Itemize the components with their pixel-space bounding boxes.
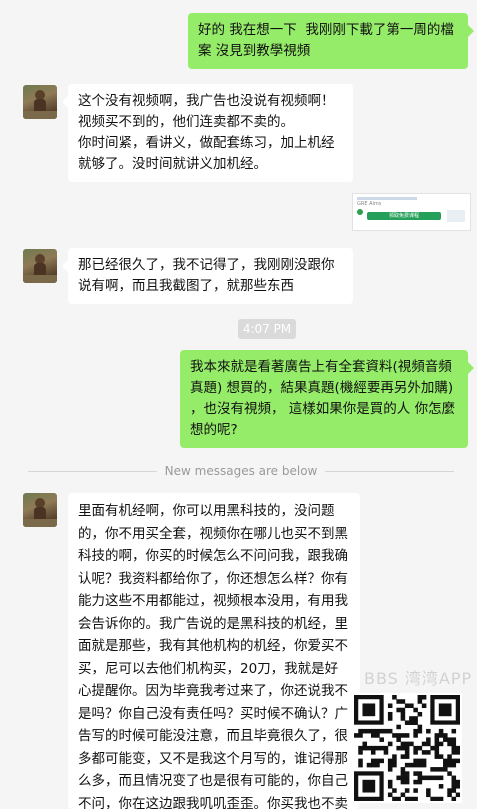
app-watermark: BBS 湾湾APP [364, 669, 473, 688]
contact-avatar[interactable] [23, 249, 57, 283]
thumbnail-header-bar [357, 197, 417, 200]
message-bubble-incoming[interactable]: 这个没有视频啊，我广告也没说有视频啊！视频买不到的，他们连卖都不卖的。 你时间紧… [62, 84, 353, 182]
qr-code [354, 695, 461, 802]
thumbnail-logo-icon [357, 209, 363, 215]
avatar-photo-icon [23, 90, 57, 119]
message-bubble-incoming[interactable]: 那已经很久了，我不记得了，我刚刚没跟你说有啊，而且我截图了，就那些东西 [62, 248, 353, 304]
divider-line [28, 470, 157, 472]
message-bubble-outgoing[interactable]: 我本來就是看著廣告上有全套資料(視頻音頻真題) 想買的，結果真題(機經要再另外加… [180, 350, 474, 448]
avatar-photo-icon [23, 254, 57, 283]
message-bubble-incoming[interactable]: 里面有机经啊，你可以用黑科技的，没问题的，你不用买全套，视频你在哪儿也买不到黑科… [68, 493, 360, 809]
thumbnail-header-text: GRE Aims [357, 201, 382, 207]
divider-label: New messages are below [164, 464, 318, 478]
thumbnail-button: 领取免费课程 [367, 212, 441, 220]
timestamp-badge: 4:07 PM [238, 319, 296, 339]
divider-line [325, 470, 455, 472]
message-bubble-outgoing[interactable]: 好的 我在想一下 我刚刚下載了第一周的檔案 沒見到教學視頻 [188, 13, 474, 69]
contact-avatar[interactable] [23, 85, 57, 119]
avatar-photo-icon [23, 498, 57, 527]
qr-code-icon [354, 695, 461, 802]
thumbnail-side-block [447, 210, 465, 222]
contact-avatar[interactable] [23, 493, 57, 527]
new-messages-divider: New messages are below [28, 463, 455, 479]
image-message-thumbnail[interactable]: GRE Aims 领取免费课程 [352, 193, 471, 231]
